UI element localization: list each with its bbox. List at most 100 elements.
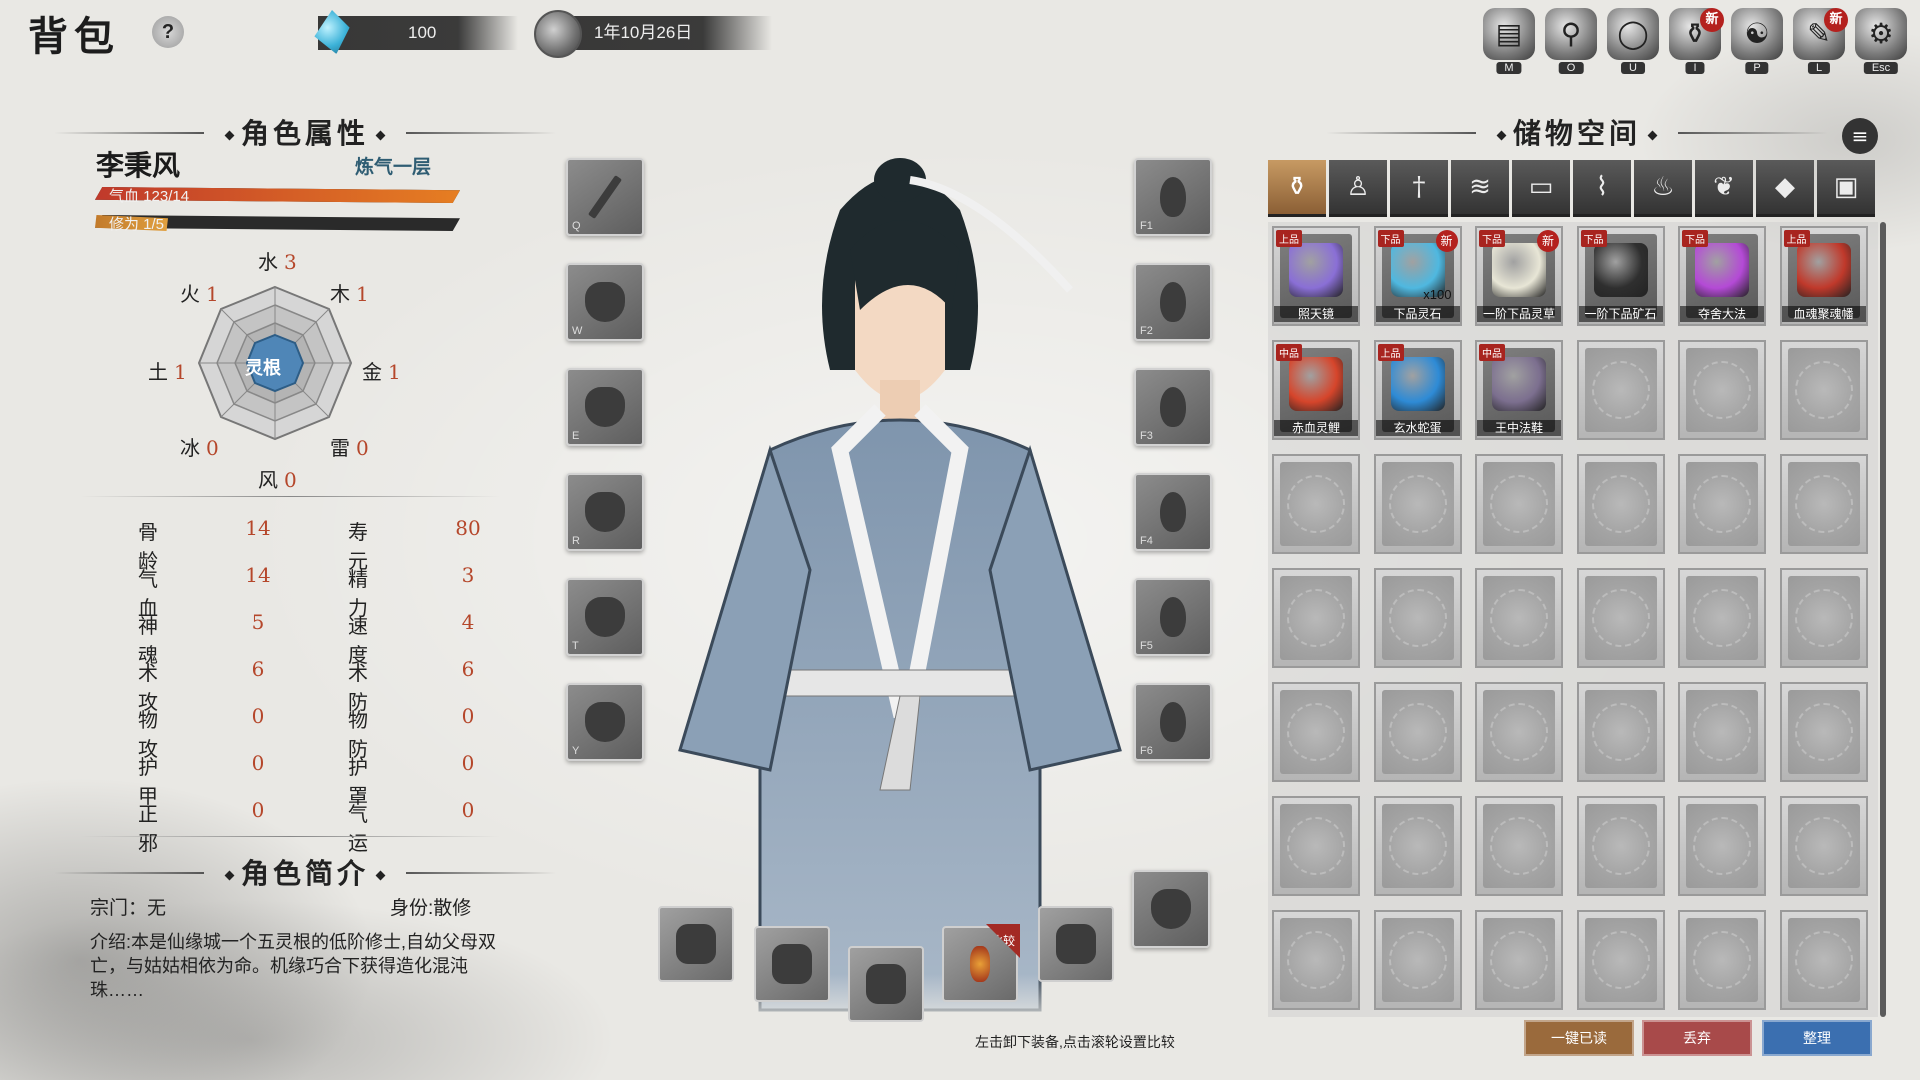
- inventory-item[interactable]: 下品 新一阶下品灵草: [1475, 226, 1563, 326]
- inventory-slot-empty[interactable]: [1475, 682, 1563, 782]
- stat-value: 0: [251, 798, 265, 822]
- inventory-slot-empty[interactable]: [1779, 454, 1868, 554]
- menu-m-button[interactable]: ▤ M: [1480, 8, 1538, 74]
- inventory-slot-empty[interactable]: [1272, 682, 1360, 782]
- storage-tab-scroll[interactable]: ≋: [1451, 160, 1509, 217]
- inventory-slot-empty[interactable]: [1576, 910, 1665, 1010]
- skill-slot-q[interactable]: Q: [566, 158, 644, 236]
- grade-badge: 中品: [1276, 344, 1302, 361]
- spirit-root-label: 灵根: [245, 358, 281, 379]
- inventory-slot-empty[interactable]: [1678, 568, 1766, 668]
- menu-esc-button[interactable]: ⚙ Esc: [1852, 8, 1910, 74]
- storage-scrollbar[interactable]: [1880, 222, 1886, 1017]
- storage-action-button-2[interactable]: 整理: [1762, 1020, 1872, 1056]
- inventory-item[interactable]: 下品 夺舍大法: [1678, 226, 1766, 326]
- skill-slot-t[interactable]: T: [566, 578, 644, 656]
- storage-tab-sword[interactable]: †: [1390, 160, 1448, 217]
- inventory-item[interactable]: 上品 玄水蛇蛋: [1373, 340, 1462, 440]
- ring-slot[interactable]: [1038, 906, 1114, 982]
- inventory-item[interactable]: 中品 赤血灵鲤: [1272, 340, 1360, 440]
- hotkey-label: P: [1745, 62, 1769, 74]
- storage-tab-bag[interactable]: ⚱: [1268, 160, 1326, 217]
- storage-tab-talisman[interactable]: ⌇: [1573, 160, 1631, 217]
- inventory-slot-empty[interactable]: [1678, 910, 1766, 1010]
- gourd-icon: [1160, 492, 1186, 532]
- menu-i-button[interactable]: ⚱ I 新: [1666, 8, 1724, 74]
- storage-tab-herb[interactable]: ❦: [1695, 160, 1753, 217]
- inventory-slot-empty[interactable]: [1373, 682, 1462, 782]
- skill-slot-w[interactable]: W: [566, 263, 644, 341]
- help-button[interactable]: ?: [152, 16, 184, 48]
- inventory-slot-empty[interactable]: [1779, 682, 1868, 782]
- skill-slot-r[interactable]: R: [566, 473, 644, 551]
- inventory-slot-empty[interactable]: [1373, 454, 1462, 554]
- item-slot-f2[interactable]: F2: [1134, 263, 1212, 341]
- inventory-slot-empty[interactable]: [1272, 796, 1360, 896]
- stat-value: 5: [251, 610, 265, 634]
- divider: [80, 836, 500, 837]
- talisman-icon: ⌇: [1595, 172, 1609, 202]
- slot-frame: [1787, 918, 1860, 1002]
- inventory-slot-empty[interactable]: [1576, 682, 1665, 782]
- skill-slot-e[interactable]: E: [566, 368, 644, 446]
- item-slot-f3[interactable]: F3: [1134, 368, 1212, 446]
- menu-p-button[interactable]: ☯ P: [1728, 8, 1786, 74]
- boots-slot[interactable]: [848, 946, 924, 1022]
- inventory-item[interactable]: 中品 王中法鞋: [1475, 340, 1563, 440]
- accessory-slot[interactable]: 比较: [942, 924, 1020, 1002]
- menu-l-button[interactable]: ✎ L 新: [1790, 8, 1848, 74]
- storage-tab-robe[interactable]: ♙: [1329, 160, 1387, 217]
- inventory-item[interactable]: 下品 新 x100 下品灵石: [1373, 226, 1462, 326]
- hat-slot[interactable]: [658, 906, 734, 982]
- inventory-slot-empty[interactable]: [1678, 340, 1766, 440]
- inventory-slot-empty[interactable]: [1779, 568, 1868, 668]
- inventory-slot-empty[interactable]: [1373, 796, 1462, 896]
- list-view-icon[interactable]: ≡: [1842, 118, 1878, 154]
- inventory-slot-empty[interactable]: [1475, 910, 1563, 1010]
- new-badge: 新: [1824, 8, 1848, 32]
- inventory-item[interactable]: 上品 照天镜: [1272, 226, 1360, 326]
- storage-tab-chest[interactable]: ▣: [1817, 160, 1875, 217]
- inventory-slot-empty[interactable]: [1576, 568, 1665, 668]
- inventory-slot-empty[interactable]: [1373, 910, 1462, 1010]
- pet-slot[interactable]: [1132, 870, 1210, 948]
- inventory-slot-empty[interactable]: [1475, 568, 1563, 668]
- item-slot-f6[interactable]: F6: [1134, 683, 1212, 761]
- inventory-slot-empty[interactable]: [1373, 568, 1462, 668]
- hat-icon: [676, 924, 716, 964]
- storage-action-button-1[interactable]: 丢弃: [1642, 1020, 1752, 1056]
- element-1: 木1: [330, 278, 369, 307]
- inventory-item[interactable]: 上品 血魂聚魂幡: [1779, 226, 1868, 326]
- inventory-slot-empty[interactable]: [1475, 796, 1563, 896]
- inventory-slot-empty[interactable]: [1576, 796, 1665, 896]
- storage-action-button-0[interactable]: 一键已读: [1524, 1020, 1634, 1056]
- robe-slot[interactable]: [754, 926, 830, 1002]
- inventory-slot-empty[interactable]: [1779, 910, 1868, 1010]
- menu-o-button[interactable]: ⚲ O: [1542, 8, 1600, 74]
- menu-u-button[interactable]: ◯ U: [1604, 8, 1662, 74]
- hotkey-label: F2: [1140, 325, 1153, 337]
- item-slot-f1[interactable]: F1: [1134, 158, 1212, 236]
- element-4: 风0: [258, 464, 297, 493]
- inventory-slot-empty[interactable]: [1272, 910, 1360, 1010]
- skill-slot-y[interactable]: Y: [566, 683, 644, 761]
- inventory-slot-empty[interactable]: [1576, 454, 1665, 554]
- inventory-slot-empty[interactable]: [1779, 340, 1868, 440]
- inventory-slot-empty[interactable]: [1576, 340, 1665, 440]
- element-6: 土1: [148, 356, 187, 385]
- inventory-slot-empty[interactable]: [1272, 454, 1360, 554]
- inventory-slot-empty[interactable]: [1678, 454, 1766, 554]
- inventory-slot-empty[interactable]: [1779, 796, 1868, 896]
- storage-tab-book[interactable]: ▭: [1512, 160, 1570, 217]
- inventory-item[interactable]: 下品 一阶下品矿石: [1576, 226, 1665, 326]
- slot-frame: [1381, 462, 1454, 546]
- storage-tab-ore[interactable]: ◆: [1756, 160, 1814, 217]
- storage-tab-gourd[interactable]: ♨: [1634, 160, 1692, 217]
- item-slot-f5[interactable]: F5: [1134, 578, 1212, 656]
- inventory-slot-empty[interactable]: [1678, 682, 1766, 782]
- inventory-slot-empty[interactable]: [1678, 796, 1766, 896]
- hotkey-label: F6: [1140, 745, 1153, 757]
- inventory-slot-empty[interactable]: [1475, 454, 1563, 554]
- item-slot-f4[interactable]: F4: [1134, 473, 1212, 551]
- inventory-slot-empty[interactable]: [1272, 568, 1360, 668]
